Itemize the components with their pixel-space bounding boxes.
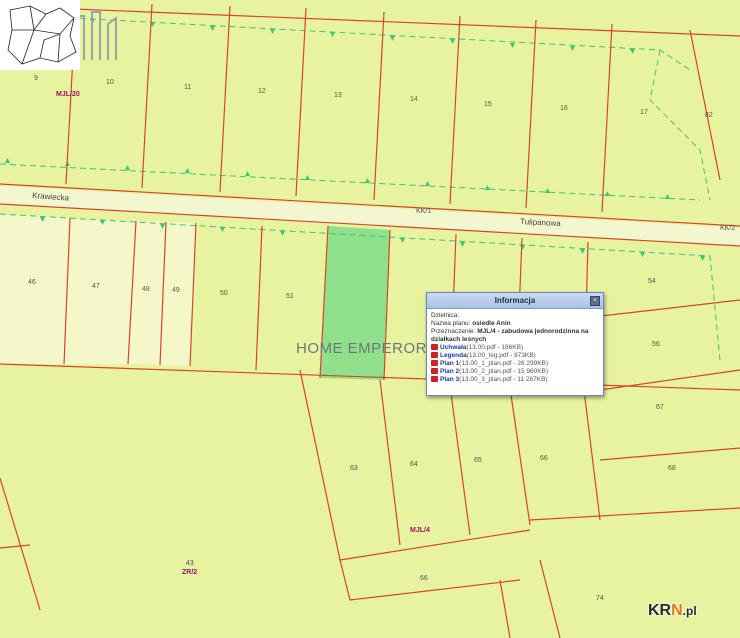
parcel-number: 16 [560, 105, 568, 112]
parcel-number: 56 [652, 341, 660, 348]
parcel-number: 11 [184, 84, 191, 91]
parcel-fill [64, 218, 136, 364]
parcel-number: 48 [142, 286, 150, 293]
parcel-number: 51 [286, 293, 294, 300]
parcel-number: 50 [220, 290, 228, 297]
info-titlebar[interactable]: Informacja × [427, 293, 603, 309]
plan-label: Nazwa planu: [431, 320, 473, 327]
parcel-number: 67 [656, 404, 664, 411]
pdf-icon [431, 368, 438, 375]
parcel-number: 65 [474, 457, 482, 464]
parcel-fill [0, 214, 70, 364]
close-icon[interactable]: × [590, 296, 600, 306]
district-label: Dzielnica: [431, 312, 460, 319]
file-link[interactable]: Plan 1(13.00_1_plan.pdf - 26 299KB) [431, 360, 599, 368]
parcel-number: 66 [420, 575, 428, 582]
parcel-fill [128, 221, 196, 366]
parcel-number: 82 [705, 112, 713, 119]
zone-label: MJL/4 [410, 527, 430, 534]
road-code: KK/1 [416, 208, 431, 215]
watermark-text: HOME EMPEROR [296, 340, 428, 357]
pdf-icon [431, 352, 438, 359]
parcel-number: 46 [28, 279, 36, 286]
parcel-number: 47 [92, 283, 100, 290]
parcel-number: 68 [668, 465, 676, 472]
purpose-row: Przeznaczenie: MJL/4 - zabudowa jednorod… [431, 328, 599, 344]
zone-label: ZR/2 [182, 569, 197, 576]
parcel-number: 64 [410, 461, 418, 468]
info-title: Informacja [494, 296, 536, 305]
zone-label: MJL/20 [56, 91, 80, 98]
file-link[interactable]: Legenda(13.00_leg.pdf - 873KB) [431, 352, 599, 360]
parcel-number: 49 [172, 287, 180, 294]
file-link[interactable]: Uchwała(13.00.pdf - 186KB) [431, 344, 599, 352]
file-link[interactable]: Plan 2(13.00_2_plan.pdf - 15 960KB) [431, 368, 599, 376]
purpose-label: Przeznaczenie: [431, 328, 478, 335]
pdf-icon [431, 344, 438, 351]
info-window[interactable]: Informacja × Dzielnica: Nazwa planu: osi… [426, 292, 604, 396]
plan-value: osiedle Anin [472, 320, 511, 327]
parcel-number: 13 [334, 92, 342, 99]
krn-logo: KRN.pl [648, 602, 697, 619]
parcel-number: 12 [258, 88, 266, 95]
file-link[interactable]: Plan 3(13.00_3_plan.pdf - 11 287KB) [431, 376, 599, 384]
zoning-map[interactable]: 9 10 11 12 13 14 15 16 17 82 46 47 48 49… [0, 0, 740, 638]
pdf-icon [431, 376, 438, 383]
parcel-number: 43 [186, 560, 194, 567]
parcel-number: 14 [410, 96, 418, 103]
pdf-icon [431, 360, 438, 367]
plan-name-row: Nazwa planu: osiedle Anin [431, 320, 599, 328]
parcel-number: 63 [350, 465, 358, 472]
parcel-number: 74 [596, 595, 604, 602]
road-code: KK/2 [720, 225, 735, 232]
parcel-number: 17 [640, 109, 648, 116]
map-canvas[interactable]: 9 10 11 12 13 14 15 16 17 82 46 47 48 49… [0, 0, 740, 638]
info-body: Dzielnica: Nazwa planu: osiedle Anin Prz… [427, 309, 603, 387]
minimap[interactable] [0, 0, 80, 70]
parcel-number: 15 [484, 101, 492, 108]
parcel-number: 66 [540, 455, 548, 462]
parcel-number: 10 [106, 79, 114, 86]
parcel-number: 54 [648, 278, 656, 285]
